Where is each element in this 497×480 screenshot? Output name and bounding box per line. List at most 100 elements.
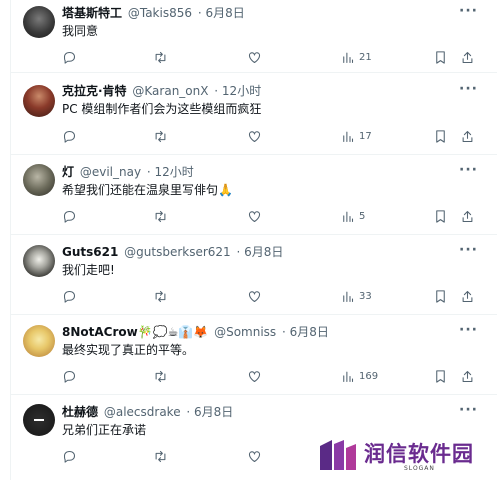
retweet-button[interactable]: [153, 127, 168, 145]
like-button[interactable]: [247, 367, 262, 385]
tweet-time[interactable]: · 6月8日: [198, 6, 245, 20]
share-icon: [462, 370, 473, 382]
author-handle[interactable]: @alecsdrake: [104, 405, 181, 419]
tweet-time[interactable]: · 6月8日: [237, 245, 284, 259]
share-button[interactable]: [460, 207, 475, 225]
author-name[interactable]: Guts621: [62, 245, 118, 259]
bookmark-icon: [436, 209, 445, 223]
bar-chart-icon: [343, 52, 354, 63]
author-name[interactable]: 塔基斯特工: [62, 6, 122, 20]
tweet-text: 我同意: [62, 24, 99, 38]
tweet[interactable]: 8NotACrow🎋💭☕👔🦊 @Somniss · 6月8日 ··· 最终实现了…: [11, 315, 497, 395]
views-button[interactable]: 169: [340, 367, 378, 385]
views-count: 5: [359, 210, 366, 222]
tweet-time[interactable]: · 12小时: [147, 165, 194, 179]
retweet-button[interactable]: [153, 287, 168, 305]
heart-icon: [248, 130, 261, 142]
author-handle[interactable]: @Takis856: [128, 6, 192, 20]
views-button[interactable]: 21: [340, 48, 372, 66]
avatar[interactable]: [23, 164, 55, 196]
retweet-icon: [155, 51, 166, 63]
tweet-actions: 17: [62, 127, 482, 145]
retweet-button[interactable]: [153, 447, 168, 465]
avatar[interactable]: [23, 404, 55, 436]
tweet-time[interactable]: · 6月8日: [282, 325, 329, 339]
views-button[interactable]: 33: [340, 287, 372, 305]
timeline: 塔基斯特工 @Takis856 · 6月8日 ··· 我同意 21 克拉克·肯特…: [10, 0, 497, 480]
views-button[interactable]: 17: [340, 127, 372, 145]
tweet[interactable]: 塔基斯特工 @Takis856 · 6月8日 ··· 我同意 21: [11, 0, 497, 73]
retweet-button[interactable]: [153, 48, 168, 66]
bookmark-button[interactable]: [433, 367, 448, 385]
more-dots-icon[interactable]: ···: [459, 322, 478, 338]
share-button[interactable]: [460, 48, 475, 66]
avatar[interactable]: [23, 85, 55, 117]
more-dots-icon[interactable]: ···: [459, 162, 478, 178]
bookmark-button[interactable]: [433, 207, 448, 225]
tweet-text: 兄弟们正在承诺: [62, 423, 147, 437]
like-button[interactable]: [247, 127, 262, 145]
reply-button[interactable]: [62, 287, 77, 305]
more-dots-icon[interactable]: ···: [459, 81, 478, 97]
bookmark-button[interactable]: [433, 48, 448, 66]
author-name[interactable]: 克拉克·肯特: [62, 84, 127, 98]
tweet[interactable]: 灯 @evil_nay · 12小时 ··· 希望我们还能在温泉里写俳句🙏 5: [11, 155, 497, 235]
like-button[interactable]: [247, 48, 262, 66]
views-count: 33: [359, 290, 372, 302]
tweet-time[interactable]: · 6月8日: [186, 405, 233, 419]
tweet[interactable]: 克拉克·肯特 @Karan_onX · 12小时 ··· PC 模组制作者们会为…: [11, 73, 497, 155]
watermark-brand: 润信软件园: [364, 442, 474, 466]
bar-chart-icon: [343, 131, 354, 142]
more-dots-icon[interactable]: ···: [459, 3, 478, 19]
views-count: 169: [359, 370, 379, 382]
avatar[interactable]: [23, 245, 55, 277]
author-name[interactable]: 灯: [62, 165, 74, 179]
retweet-icon: [155, 450, 166, 462]
like-button[interactable]: [247, 207, 262, 225]
like-button[interactable]: [247, 287, 262, 305]
heart-icon: [248, 290, 261, 302]
share-button[interactable]: [460, 127, 475, 145]
author-name[interactable]: 杜赫德: [62, 405, 98, 419]
tweet-text: 希望我们还能在温泉里写俳句🙏: [62, 183, 233, 197]
reply-button[interactable]: [62, 207, 77, 225]
share-button[interactable]: [460, 287, 475, 305]
retweet-icon: [155, 210, 166, 222]
avatar[interactable]: [23, 6, 55, 38]
tweet-header: 8NotACrow🎋💭☕👔🦊 @Somniss · 6月8日: [62, 324, 329, 340]
reply-icon: [63, 450, 76, 463]
reply-button[interactable]: [62, 127, 77, 145]
heart-icon: [248, 210, 261, 222]
author-handle[interactable]: @Karan_onX: [132, 84, 208, 98]
like-button[interactable]: [247, 447, 262, 465]
reply-icon: [63, 210, 76, 223]
heart-icon: [248, 51, 261, 63]
watermark-logo: 润信软件园 SLOGAN: [316, 436, 478, 476]
reply-button[interactable]: [62, 48, 77, 66]
bookmark-icon: [436, 50, 445, 64]
views-count: 21: [359, 51, 372, 63]
author-handle[interactable]: @gutsberkser621: [124, 245, 231, 259]
reply-button[interactable]: [62, 447, 77, 465]
avatar[interactable]: [23, 325, 55, 357]
author-name[interactable]: 8NotACrow🎋💭☕👔🦊: [62, 325, 208, 339]
retweet-button[interactable]: [153, 367, 168, 385]
reply-button[interactable]: [62, 367, 77, 385]
bar-chart-icon: [343, 291, 354, 302]
more-dots-icon[interactable]: ···: [459, 242, 478, 258]
tweet[interactable]: Guts621 @gutsberkser621 · 6月8日 ··· 我们走吧!…: [11, 235, 497, 315]
author-handle[interactable]: @Somniss: [214, 325, 276, 339]
retweet-icon: [155, 370, 166, 382]
bookmark-icon: [436, 129, 445, 143]
reply-icon: [63, 290, 76, 303]
bookmark-button[interactable]: [433, 127, 448, 145]
author-handle[interactable]: @evil_nay: [80, 165, 141, 179]
brand-logo-icon: [320, 440, 356, 470]
views-button[interactable]: 5: [340, 207, 365, 225]
share-button[interactable]: [460, 367, 475, 385]
tweet-text: PC 模组制作者们会为这些模组而疯狂: [62, 102, 262, 116]
bookmark-button[interactable]: [433, 287, 448, 305]
tweet-time[interactable]: · 12小时: [214, 84, 261, 98]
retweet-button[interactable]: [153, 207, 168, 225]
more-dots-icon[interactable]: ···: [459, 402, 478, 418]
